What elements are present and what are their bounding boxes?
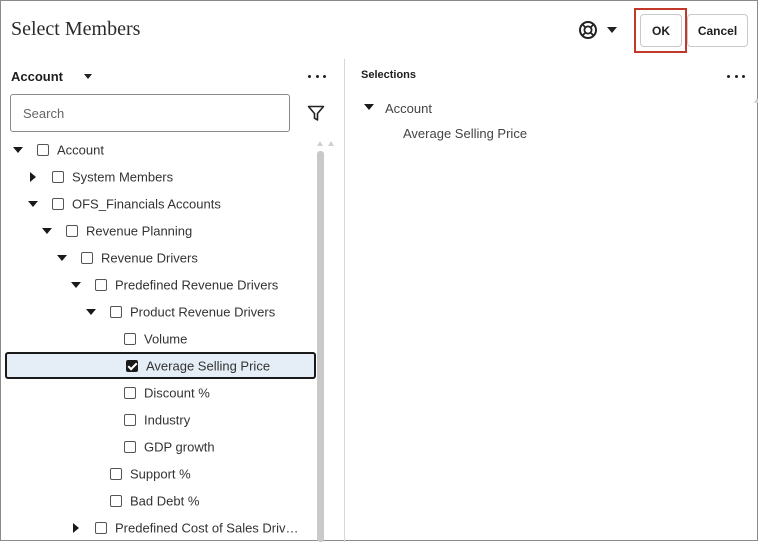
lifebuoy-icon bbox=[579, 21, 597, 39]
member-checkbox[interactable] bbox=[124, 413, 136, 426]
collapse-toggle-icon[interactable] bbox=[364, 104, 374, 110]
member-label: System Members bbox=[72, 169, 174, 184]
tree-row[interactable]: Predefined Cost of Sales Driv… bbox=[1, 514, 311, 541]
cancel-button[interactable]: Cancel bbox=[687, 14, 748, 47]
collapse-toggle-icon[interactable] bbox=[71, 281, 81, 288]
member-label: OFS_Financials Accounts bbox=[72, 196, 221, 211]
member-checkbox[interactable] bbox=[110, 494, 122, 507]
tree-row[interactable]: Revenue Planning bbox=[1, 217, 311, 244]
member-checkbox[interactable] bbox=[95, 278, 107, 291]
member-checkbox[interactable] bbox=[37, 143, 49, 156]
tree-row[interactable]: OFS_Financials Accounts bbox=[1, 190, 311, 217]
member-checkbox[interactable] bbox=[81, 251, 93, 264]
tree-row[interactable]: Product Revenue Drivers bbox=[1, 298, 311, 325]
member-checkbox[interactable] bbox=[52, 197, 64, 210]
tree-scrollbar[interactable] bbox=[317, 151, 324, 542]
member-label: Predefined Revenue Drivers bbox=[115, 277, 279, 292]
member-label: Bad Debt % bbox=[130, 493, 200, 508]
member-label: Account bbox=[57, 142, 104, 157]
selections-root-label: Account bbox=[385, 101, 432, 116]
dialog-title: Select Members bbox=[11, 18, 141, 40]
collapse-toggle-icon[interactable] bbox=[13, 146, 23, 153]
filter-icon[interactable] bbox=[307, 105, 325, 122]
member-checkbox[interactable] bbox=[52, 170, 64, 183]
search-input[interactable] bbox=[11, 95, 289, 131]
member-label: Predefined Cost of Sales Driv… bbox=[115, 520, 299, 535]
help-menu-button[interactable] bbox=[578, 18, 620, 42]
dimension-label: Account bbox=[11, 69, 63, 84]
member-checkbox[interactable] bbox=[124, 386, 136, 399]
member-checkbox[interactable] bbox=[126, 359, 138, 372]
member-checkbox[interactable] bbox=[66, 224, 78, 237]
member-label: Industry bbox=[144, 412, 191, 427]
collapse-toggle-icon[interactable] bbox=[28, 200, 38, 207]
member-checkbox[interactable] bbox=[95, 521, 107, 534]
scroll-up-arrow-icon[interactable] bbox=[754, 98, 758, 103]
tree-row[interactable]: System Members bbox=[1, 163, 311, 190]
member-label: Product Revenue Drivers bbox=[130, 304, 276, 319]
tree-row[interactable]: Bad Debt % bbox=[1, 487, 311, 514]
member-label: Revenue Drivers bbox=[101, 250, 198, 265]
selected-member-item[interactable]: Average Selling Price bbox=[403, 126, 527, 141]
member-label: Revenue Planning bbox=[86, 223, 193, 238]
tree-row[interactable]: GDP growth bbox=[1, 433, 311, 460]
selections-title: Selections bbox=[361, 69, 417, 81]
member-label: Volume bbox=[144, 331, 188, 346]
panel-divider bbox=[344, 59, 345, 542]
collapse-toggle-icon[interactable] bbox=[57, 254, 67, 261]
members-more-actions-icon[interactable] bbox=[308, 71, 326, 81]
member-label: Discount % bbox=[144, 385, 210, 400]
tree-row[interactable]: Revenue Drivers bbox=[1, 244, 311, 271]
selections-more-actions-icon[interactable] bbox=[727, 71, 745, 81]
tree-row[interactable]: Predefined Revenue Drivers bbox=[1, 271, 311, 298]
scroll-up-arrow-icon[interactable] bbox=[317, 141, 323, 146]
chevron-down-icon bbox=[84, 74, 92, 79]
chevron-down-icon bbox=[607, 27, 617, 33]
ok-button[interactable]: OK bbox=[640, 14, 682, 47]
member-checkbox[interactable] bbox=[124, 332, 136, 345]
tree-row[interactable]: Account bbox=[1, 136, 311, 163]
tree-row[interactable]: Support % bbox=[1, 460, 311, 487]
tree-row[interactable]: Volume bbox=[1, 325, 311, 352]
collapse-toggle-icon[interactable] bbox=[86, 308, 96, 315]
member-checkbox[interactable] bbox=[124, 440, 136, 453]
member-label: Support % bbox=[130, 466, 191, 481]
member-checkbox[interactable] bbox=[110, 305, 122, 318]
expand-toggle-icon[interactable] bbox=[30, 171, 36, 182]
dialog-frame: Select Members OK Cancel Account Account… bbox=[0, 0, 758, 542]
tree-row[interactable]: Industry bbox=[1, 406, 311, 433]
tree-row[interactable]: Discount % bbox=[1, 379, 311, 406]
scroll-up-arrow-icon[interactable] bbox=[328, 141, 334, 146]
member-checkbox[interactable] bbox=[110, 467, 122, 480]
tree-row[interactable]: Average Selling Price bbox=[5, 352, 316, 379]
member-label: GDP growth bbox=[144, 439, 215, 454]
dimension-selector[interactable]: Account bbox=[11, 69, 92, 84]
search-field[interactable] bbox=[10, 94, 290, 132]
expand-toggle-icon[interactable] bbox=[73, 522, 79, 533]
member-label: Average Selling Price bbox=[146, 358, 271, 373]
collapse-toggle-icon[interactable] bbox=[42, 227, 52, 234]
